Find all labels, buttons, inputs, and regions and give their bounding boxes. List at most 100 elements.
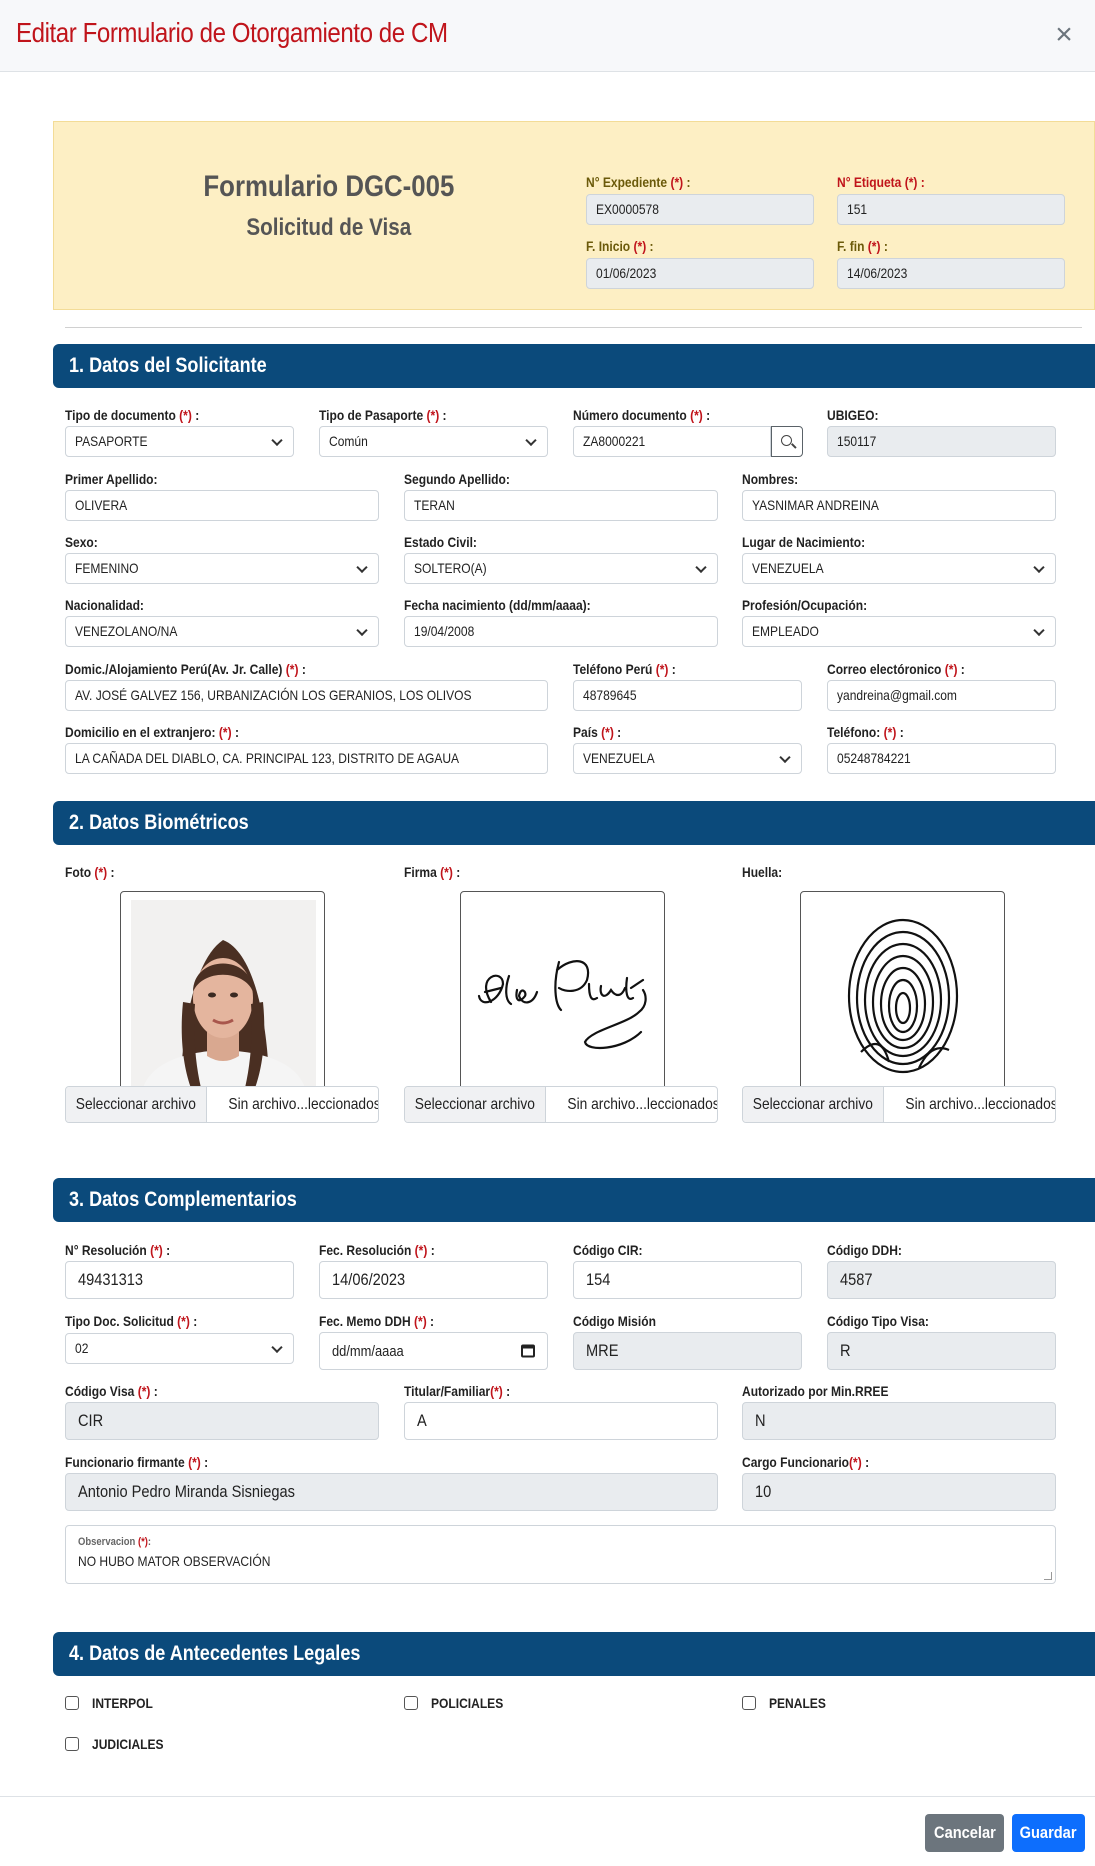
cancel-button[interactable]: Cancelar [925, 1814, 1004, 1852]
interpol-label: INTERPOL [92, 1695, 153, 1711]
telefono-label: Teléfono: (*) : [827, 724, 904, 740]
huella-file-button[interactable]: Seleccionar archivo [743, 1087, 884, 1122]
huella-file-input[interactable]: Seleccionar archivo Sin archivo...leccio… [742, 1086, 1056, 1123]
codigo-visa-field[interactable]: CIR [65, 1402, 379, 1440]
titular-familiar-input[interactable]: A [404, 1402, 718, 1440]
foto-preview [120, 891, 325, 1095]
penales-checkbox[interactable] [742, 1696, 756, 1710]
funcionario-field[interactable]: Antonio Pedro Miranda Sisniegas [65, 1473, 718, 1511]
pais-select[interactable]: VENEZUELA [573, 743, 802, 774]
chevron-down-icon [271, 1341, 283, 1353]
policiales-checkbox[interactable] [404, 1696, 418, 1710]
observacion-label: Observacion (*): [78, 1536, 152, 1548]
codigo-mision-field[interactable]: MRE [573, 1332, 802, 1370]
ubigeo-field[interactable]: 150117 [827, 426, 1056, 457]
save-button[interactable]: Guardar [1012, 1814, 1085, 1852]
section-biometricos-header: 2. Datos Biométricos [53, 801, 1095, 845]
primer-apellido-input[interactable]: OLIVERA [65, 490, 379, 521]
profesion-select[interactable]: EMPLEADO [742, 616, 1056, 647]
ubigeo-label: UBIGEO: [827, 407, 879, 423]
penales-label: PENALES [769, 1695, 826, 1711]
fin-field[interactable]: 14/06/2023 [837, 258, 1065, 289]
fecha-nacimiento-input[interactable]: 19/04/2008 [404, 616, 718, 647]
resize-grip-icon[interactable] [1044, 1572, 1052, 1580]
firma-file-input[interactable]: Seleccionar archivo Sin archivo...leccio… [404, 1086, 718, 1123]
telefono-input[interactable]: 05248784221 [827, 743, 1056, 774]
autorizado-field[interactable]: N [742, 1402, 1056, 1440]
observacion-textarea[interactable]: Observacion (*): NO HUBO MATOR OBSERVACI… [65, 1525, 1056, 1584]
fin-label: F. fin (*) : [837, 238, 888, 254]
calendar-icon[interactable] [521, 1344, 535, 1358]
codigo-tipo-visa-label: Código Tipo Visa: [827, 1313, 929, 1329]
close-icon[interactable]: × [1047, 18, 1081, 52]
section-solicitante-header: 1. Datos del Solicitante [53, 344, 1095, 388]
estado-civil-label: Estado Civil: [404, 534, 477, 550]
tipo-pasaporte-label: Tipo de Pasaporte (*) : [319, 407, 447, 423]
chevron-down-icon [1033, 624, 1045, 636]
telefono-peru-label: Teléfono Perú (*) : [573, 661, 676, 677]
lugar-nacimiento-select[interactable]: VENEZUELA [742, 553, 1056, 584]
titular-familiar-label: Titular/Familiar(*) : [404, 1383, 511, 1399]
nacionalidad-select[interactable]: VENEZOLANO/NA [65, 616, 379, 647]
modal-header: Editar Formulario de Otorgamiento de CM … [0, 0, 1095, 72]
observacion-value: NO HUBO MATOR OBSERVACIÓN [78, 1553, 271, 1569]
codigo-tipo-visa-field[interactable]: R [827, 1332, 1056, 1370]
fec-memo-input[interactable]: dd/mm/aaaa [319, 1332, 548, 1370]
fec-resolucion-input[interactable]: 14/06/2023 [319, 1261, 548, 1299]
pais-label: País (*) : [573, 724, 622, 740]
section-complementarios-header: 3. Datos Complementarios [53, 1178, 1095, 1222]
correo-input[interactable]: yandreina@gmail.com [827, 680, 1056, 711]
nombres-input[interactable]: YASNIMAR ANDREINA [742, 490, 1056, 521]
search-button[interactable] [771, 426, 803, 457]
chevron-down-icon [356, 561, 368, 573]
sexo-select[interactable]: FEMENINO [65, 553, 379, 584]
correo-label: Correo electóronico (*) : [827, 661, 965, 677]
tipo-doc-solicitud-select[interactable]: 02 [65, 1333, 294, 1364]
judiciales-checkbox[interactable] [65, 1737, 79, 1751]
domicilio-peru-label: Domic./Alojamiento Perú(Av. Jr. Calle) (… [65, 661, 306, 677]
firma-preview [460, 891, 665, 1095]
cargo-label: Cargo Funcionario(*) : [742, 1454, 870, 1470]
fingerprint-image [847, 918, 959, 1074]
inicio-field[interactable]: 01/06/2023 [586, 258, 814, 289]
cargo-field[interactable]: 10 [742, 1473, 1056, 1511]
telefono-peru-input[interactable]: 48789645 [573, 680, 802, 711]
fec-memo-label: Fec. Memo DDH (*) : [319, 1313, 435, 1329]
codigo-cir-input[interactable]: 154 [573, 1261, 802, 1299]
codigo-cir-label: Código CIR: [573, 1242, 643, 1258]
codigo-visa-label: Código Visa (*) : [65, 1383, 158, 1399]
tipo-pasaporte-select[interactable]: Común [319, 426, 548, 457]
resolucion-input[interactable]: 49431313 [65, 1261, 294, 1299]
tipo-doc-solicitud-label: Tipo Doc. Solicitud (*) : [65, 1313, 198, 1329]
fec-resolucion-label: Fec. Resolución (*) : [319, 1242, 435, 1258]
firma-file-button[interactable]: Seleccionar archivo [405, 1087, 546, 1122]
expediente-field[interactable]: EX0000578 [586, 194, 814, 225]
divider [65, 327, 1082, 328]
policiales-label: POLICIALES [431, 1695, 504, 1711]
chevron-down-icon [356, 624, 368, 636]
codigo-mision-label: Código Misión [573, 1313, 656, 1329]
domicilio-extranjero-input[interactable]: LA CAÑADA DEL DIABLO, CA. PRINCIPAL 123,… [65, 743, 548, 774]
lugar-nacimiento-label: Lugar de Nacimiento: [742, 534, 866, 550]
huella-preview [800, 891, 1005, 1095]
etiqueta-field[interactable]: 151 [837, 194, 1065, 225]
codigo-ddh-label: Código DDH: [827, 1242, 902, 1258]
chevron-down-icon [271, 434, 283, 446]
foto-file-button[interactable]: Seleccionar archivo [66, 1087, 207, 1122]
domicilio-peru-input[interactable]: AV. JOSÉ GALVEZ 156, URBANIZACIÓN LOS GE… [65, 680, 548, 711]
inicio-label: F. Inicio (*) : [586, 238, 654, 254]
foto-file-input[interactable]: Seleccionar archivo Sin archivo...leccio… [65, 1086, 379, 1123]
segundo-apellido-input[interactable]: TERAN [404, 490, 718, 521]
interpol-checkbox[interactable] [65, 1696, 79, 1710]
tipo-doc-label: Tipo de documento (*) : [65, 407, 200, 423]
estado-civil-select[interactable]: SOLTERO(A) [404, 553, 718, 584]
num-doc-input[interactable]: ZA8000221 [573, 426, 771, 457]
nacionalidad-label: Nacionalidad: [65, 597, 144, 613]
tipo-doc-select[interactable]: PASAPORTE [65, 426, 294, 457]
portrait-image [131, 900, 316, 1088]
chevron-down-icon [525, 434, 537, 446]
form-title: Formulario DGC-005 [203, 170, 455, 203]
chevron-down-icon [779, 751, 791, 763]
autorizado-label: Autorizado por Min.RREE [742, 1383, 889, 1399]
codigo-ddh-field[interactable]: 4587 [827, 1261, 1056, 1299]
